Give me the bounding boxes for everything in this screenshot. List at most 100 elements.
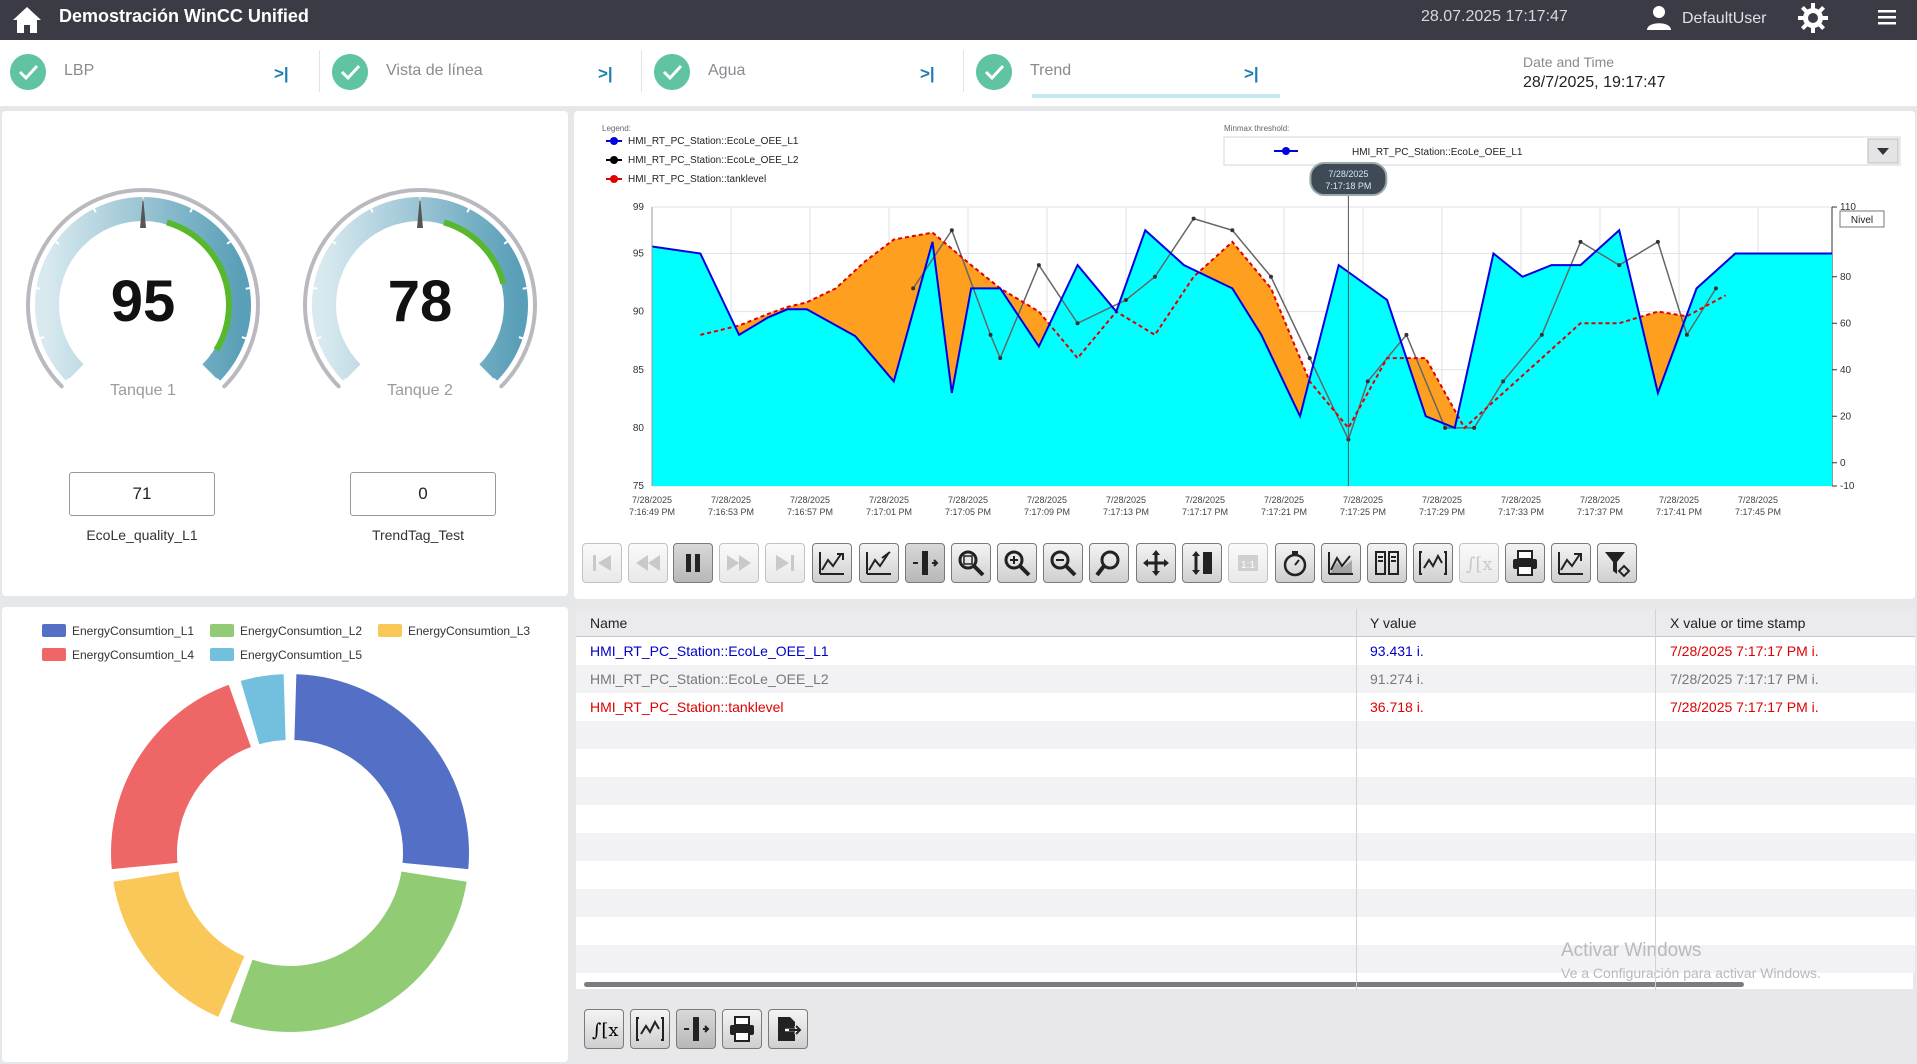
goto-icon[interactable]: >| <box>920 64 935 84</box>
first-button[interactable] <box>582 543 622 583</box>
goto-icon[interactable]: >| <box>598 64 613 84</box>
gear-icon[interactable] <box>1797 2 1829 34</box>
zoom-out-button[interactable] <box>1043 543 1083 583</box>
gauge-label: Tanque 1 <box>110 382 176 399</box>
donut-slice[interactable] <box>227 869 469 1034</box>
donut-legend-item[interactable]: EnergyConsumtion_L2 <box>240 624 362 638</box>
table-row[interactable] <box>576 861 1915 889</box>
gauge-value: 78 <box>388 269 453 334</box>
donut-legend-swatch[interactable] <box>42 624 66 637</box>
zoom-out-x-icon <box>866 551 891 575</box>
export-chart-button[interactable] <box>1551 543 1591 583</box>
quality-l1-field[interactable]: 71 <box>69 472 215 516</box>
first-icon <box>593 555 611 571</box>
donut-slice[interactable] <box>292 672 471 872</box>
donut-legend-swatch[interactable] <box>210 624 234 637</box>
legend-item[interactable]: HMI_RT_PC_Station::EcoLe_OEE_L1 <box>628 136 799 147</box>
zoom-area-icon <box>958 550 985 577</box>
trend-add-button[interactable] <box>1321 543 1361 583</box>
donut-legend-swatch[interactable] <box>42 648 66 661</box>
export-button[interactable] <box>768 1009 808 1049</box>
column-divider[interactable] <box>1655 609 1656 991</box>
table-row[interactable] <box>576 721 1915 749</box>
zoom-reset-button[interactable] <box>1089 543 1129 583</box>
goto-icon[interactable]: >| <box>274 64 289 84</box>
pause-button[interactable] <box>673 543 713 583</box>
zoom-out-x-button[interactable] <box>859 543 899 583</box>
x-tick-time: 7:17:09 PM <box>1024 507 1070 517</box>
zoom-area-button[interactable] <box>951 543 991 583</box>
stopwatch-button[interactable] <box>1275 543 1315 583</box>
table-row[interactable]: HMI_RT_PC_Station::tanklevel 36.718 i. 7/2… <box>576 693 1915 721</box>
ruler-button[interactable] <box>905 543 945 583</box>
oee-l2-point <box>1578 239 1583 244</box>
x-tick-time: 7:17:05 PM <box>945 507 991 517</box>
table-row[interactable] <box>576 805 1915 833</box>
horizontal-scrollbar[interactable] <box>584 982 1744 987</box>
goto-icon[interactable]: >| <box>1244 64 1259 84</box>
table-row[interactable] <box>576 833 1915 861</box>
cell-x: 7/28/2025 7:17:17 PM i. <box>1670 671 1819 687</box>
print-button[interactable] <box>1505 543 1545 583</box>
y-right-tick: -10 <box>1840 481 1855 492</box>
zoom-in-button[interactable] <box>997 543 1037 583</box>
donut-chart: EnergyConsumtion_L1 EnergyConsumtion_L2 En… <box>42 624 530 1034</box>
donut-legend-item[interactable]: EnergyConsumtion_L5 <box>240 648 362 662</box>
oee-l2-point <box>1617 263 1622 268</box>
print-table-button[interactable] <box>722 1009 762 1049</box>
col-x-value[interactable]: X value or time stamp <box>1670 615 1805 631</box>
x-tick-date: 7/28/2025 <box>1659 495 1699 505</box>
tab-agua[interactable]: Agua >| <box>644 40 964 106</box>
columns-button[interactable] <box>1367 543 1407 583</box>
ruler-button[interactable] <box>676 1009 716 1049</box>
tab-lbp[interactable]: LBP >| <box>0 40 320 106</box>
home-icon[interactable] <box>10 3 44 37</box>
tab-trend[interactable]: Trend >| <box>966 40 1286 106</box>
tab-vista-de-linea[interactable]: Vista de línea >| <box>322 40 642 106</box>
donut-slice[interactable] <box>111 869 247 1020</box>
donut-legend-item[interactable]: EnergyConsumtion_L4 <box>72 648 194 662</box>
integral-button[interactable]: ∫[x] <box>584 1009 624 1049</box>
oee-l2-point <box>1152 274 1157 279</box>
donut-legend-item[interactable]: EnergyConsumtion_L3 <box>408 624 530 638</box>
ruler-icon <box>913 551 939 575</box>
table-row[interactable] <box>576 889 1915 917</box>
prev-button[interactable] <box>628 543 668 583</box>
integral-button[interactable]: ∫[x] <box>1459 543 1499 583</box>
table-row[interactable] <box>576 777 1915 805</box>
col-y-value[interactable]: Y value <box>1370 615 1416 631</box>
filter-button[interactable] <box>1597 543 1637 583</box>
oee-l2-point <box>988 332 993 337</box>
bracket-trend-button[interactable] <box>630 1009 670 1049</box>
donut-legend-swatch[interactable] <box>378 624 402 637</box>
column-divider[interactable] <box>1356 609 1357 991</box>
x-tick-time: 7:16:53 PM <box>708 507 754 517</box>
y-left-tick: 95 <box>633 249 645 260</box>
x-tick-time: 7:17:33 PM <box>1498 507 1544 517</box>
table-row[interactable] <box>576 749 1915 777</box>
col-name[interactable]: Name <box>590 615 627 631</box>
last-button[interactable] <box>765 543 805 583</box>
minmax-dropdown[interactable] <box>1223 136 1901 166</box>
table-row[interactable]: HMI_RT_PC_Station::EcoLe_OEE_L2 91.274 i.… <box>576 665 1915 693</box>
cell-y: 36.718 i. <box>1370 699 1424 715</box>
zoom-in-x-button[interactable] <box>812 543 852 583</box>
move-button[interactable] <box>1136 543 1176 583</box>
donut-slice[interactable] <box>109 682 254 872</box>
next-button[interactable] <box>719 543 759 583</box>
donut-legend-item[interactable]: EnergyConsumtion_L1 <box>72 624 194 638</box>
donut-legend-swatch[interactable] <box>210 648 234 661</box>
table-row[interactable] <box>576 917 1915 945</box>
menu-icon[interactable] <box>1878 7 1904 29</box>
bracket-trend-button[interactable] <box>1413 543 1453 583</box>
legend-item[interactable]: HMI_RT_PC_Station::tanklevel <box>628 174 766 185</box>
one-to-one-button[interactable]: 1:1 <box>1228 543 1268 583</box>
values-table-panel: Name Y value X value or time stamp HMI_R… <box>574 607 1915 1062</box>
move-y-button[interactable] <box>1182 543 1222 583</box>
table-row[interactable]: HMI_RT_PC_Station::EcoLe_OEE_L1 93.431 i.… <box>576 637 1915 665</box>
x-tick-time: 7:17:45 PM <box>1735 507 1781 517</box>
legend-item[interactable]: HMI_RT_PC_Station::EcoLe_OEE_L2 <box>628 155 799 166</box>
trendtag-test-field[interactable]: 0 <box>350 472 496 516</box>
legend-marker <box>610 137 618 145</box>
trend-chart[interactable]: Legend:HMI_RT_PC_Station::EcoLe_OEE_L1HM… <box>574 111 1915 541</box>
